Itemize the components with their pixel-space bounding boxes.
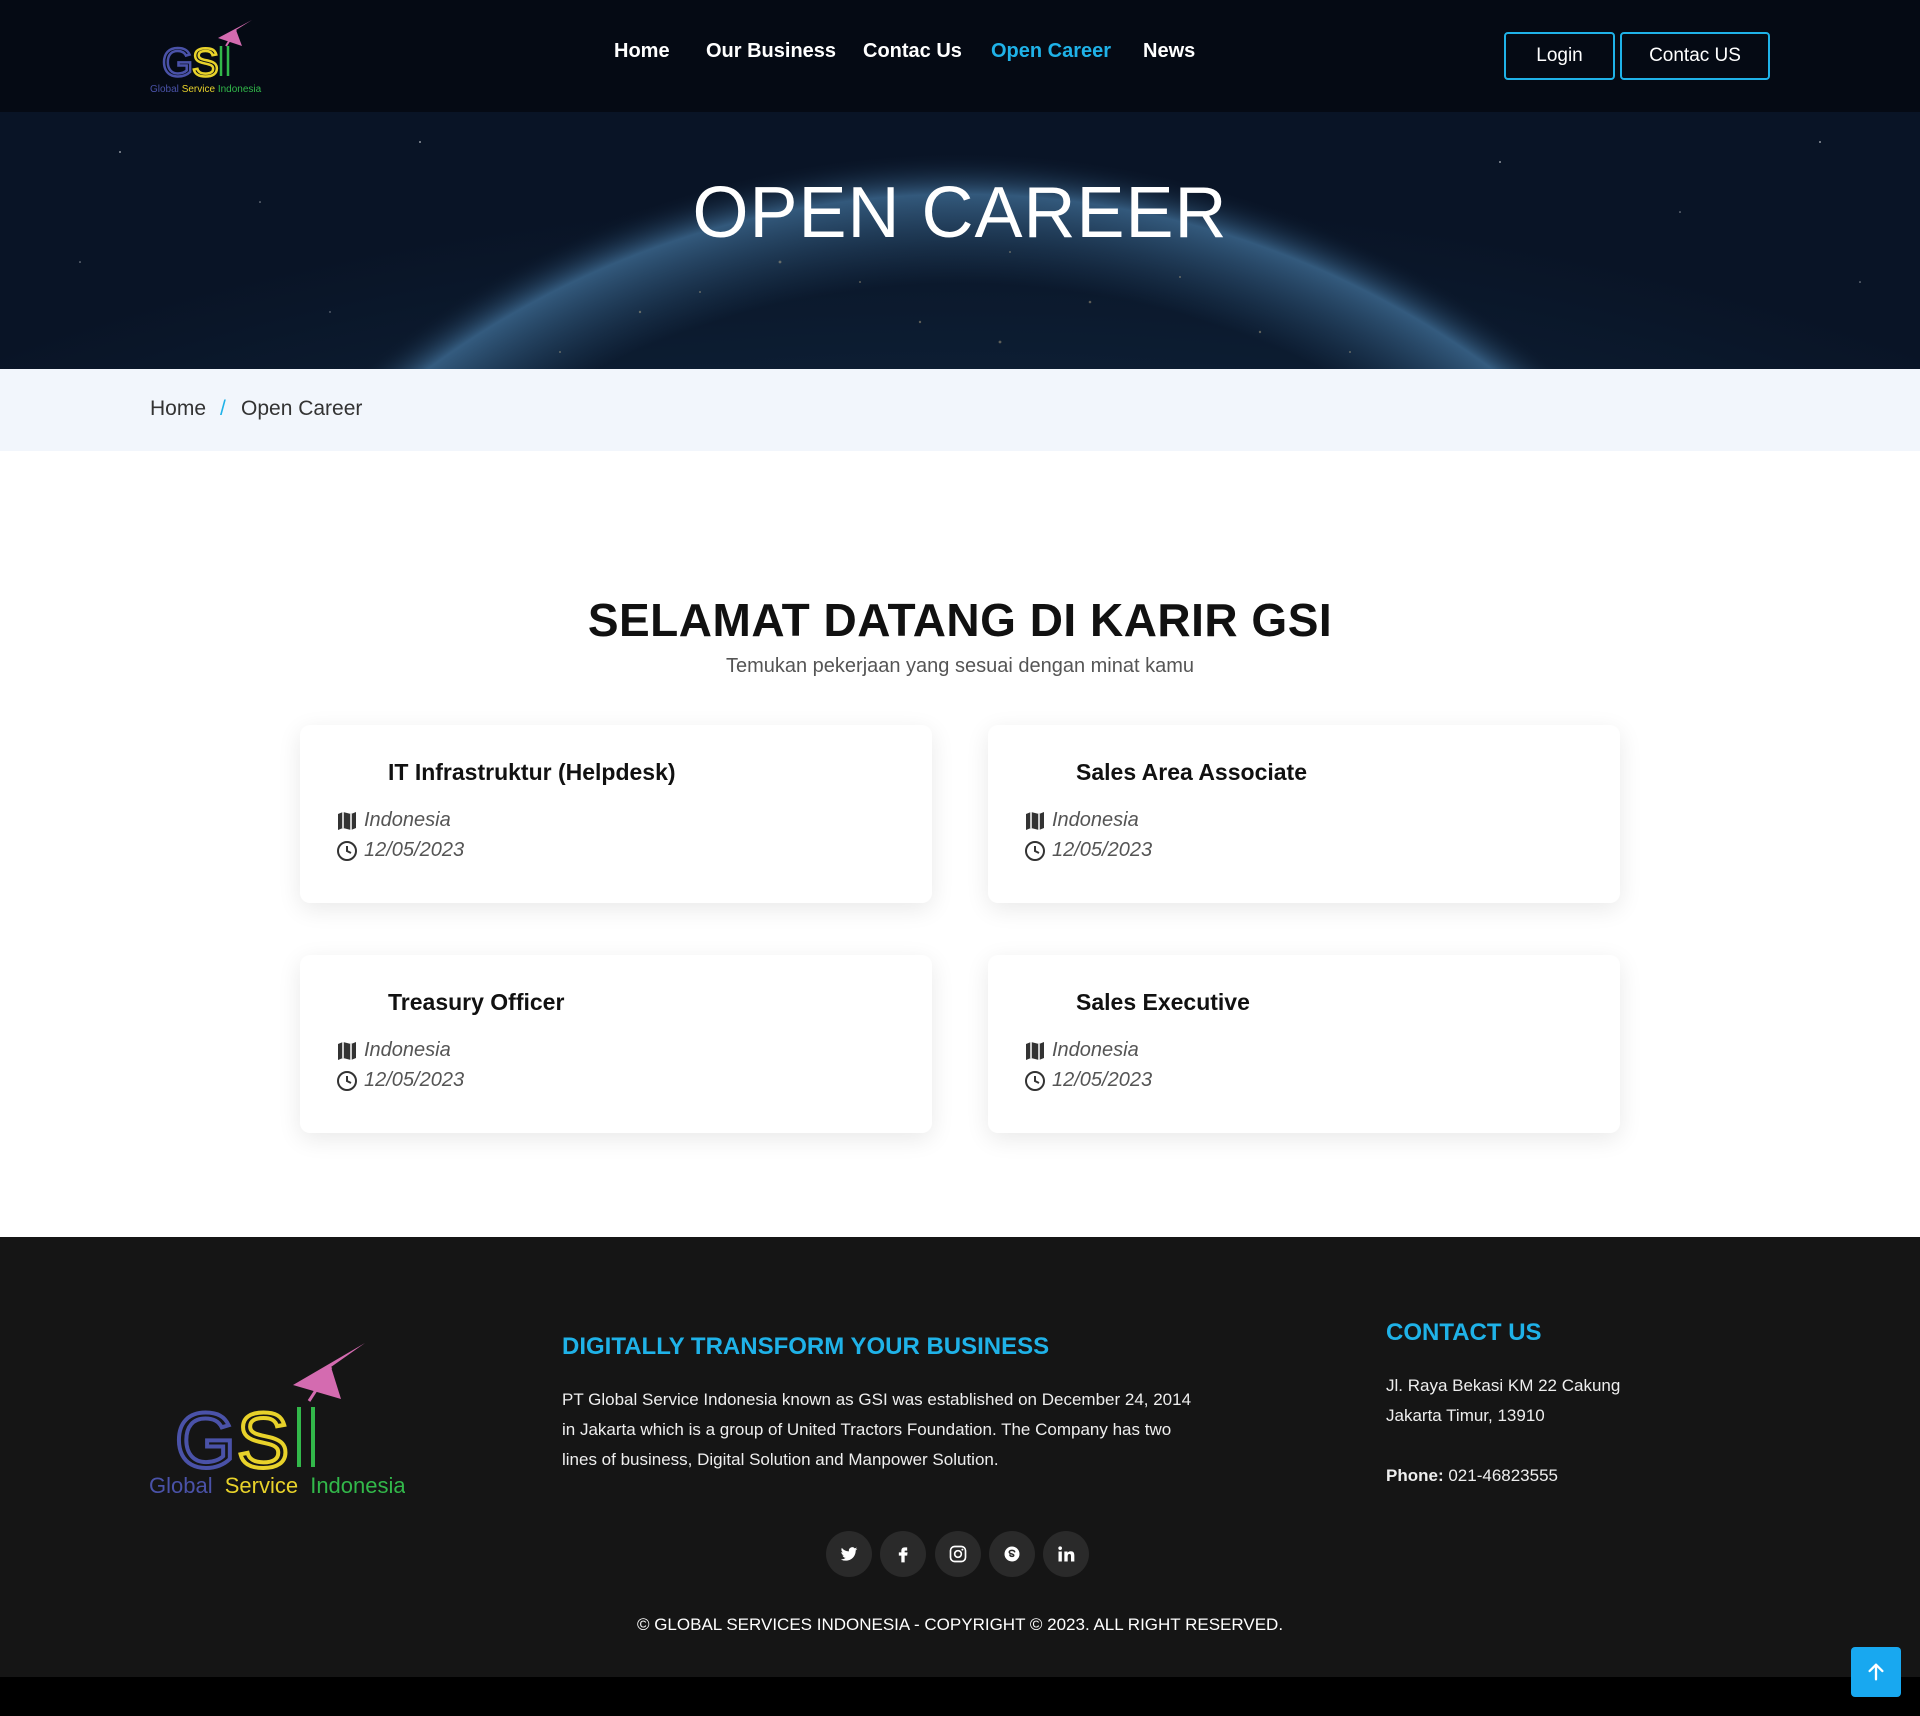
footer-about-text: PT Global Service Indonesia known as GSI… (562, 1385, 1242, 1475)
footer-address-line: Jl. Raya Bekasi KM 22 Cakung (1386, 1376, 1621, 1395)
breadcrumb-separator: / (220, 397, 226, 420)
clock-icon (1025, 840, 1045, 861)
clock-icon (337, 840, 357, 861)
contact-us-button[interactable]: Contac US (1620, 32, 1770, 80)
clock-icon (337, 1070, 357, 1091)
nav-home[interactable]: Home (614, 40, 670, 63)
job-location: Indonesia (336, 809, 451, 832)
footer-contact-heading: CONTACT US (1386, 1319, 1542, 1346)
job-date-text: 12/05/2023 (364, 1069, 465, 1091)
job-location-text: Indonesia (1052, 809, 1139, 831)
footer-about-line: PT Global Service Indonesia known as GSI… (562, 1390, 1192, 1409)
job-date-text: 12/05/2023 (1052, 1069, 1153, 1091)
section-heading: SELAMAT DATANG DI KARIR GSI (587, 594, 1333, 646)
footer-about-heading: DIGITALLY TRANSFORM YOUR BUSINESS (562, 1333, 1050, 1360)
clock-icon (1025, 1070, 1045, 1091)
job-title[interactable]: Sales Executive (1076, 989, 1250, 1016)
linkedin-icon[interactable] (1043, 1531, 1089, 1577)
career-section: SELAMAT DATANG DI KARIR GSI Temukan peke… (0, 451, 1920, 1237)
login-button[interactable]: Login (1504, 32, 1615, 80)
job-location-text: Indonesia (364, 1039, 451, 1061)
job-date: 12/05/2023 (336, 1069, 464, 1092)
job-location: Indonesia (336, 1039, 451, 1062)
footer-logo-word-service: Service (225, 1473, 298, 1497)
footer-phone: Phone: 021-46823555 (1386, 1461, 1558, 1491)
nav-our-business[interactable]: Our Business (706, 40, 836, 63)
footer-address: Jl. Raya Bekasi KM 22 Cakung Jakarta Tim… (1386, 1371, 1620, 1431)
map-icon (338, 811, 356, 830)
footer-phone-number[interactable]: 021-46823555 (1448, 1466, 1558, 1485)
job-date: 12/05/2023 (336, 839, 464, 862)
twitter-icon[interactable] (826, 1531, 872, 1577)
nav-news[interactable]: News (1143, 40, 1195, 63)
job-location: Indonesia (1024, 1039, 1139, 1062)
job-location-text: Indonesia (364, 809, 451, 831)
nav-contac-us[interactable]: Contac Us (863, 40, 962, 63)
arrow-up-icon (1868, 1663, 1884, 1681)
breadcrumb-home-link[interactable]: Home (150, 397, 206, 421)
site-header: G S Global Service Indonesia Home Our Bu… (0, 0, 1920, 112)
footer-gsi-logo: G S Global Service Indonesia (149, 1343, 405, 1497)
page-title: OPEN CAREER (692, 173, 1228, 253)
job-card[interactable]: Sales Executive Indonesia 12/05/2023 (988, 955, 1620, 1133)
footer-about-line: lines of business, Digital Solution and … (562, 1450, 999, 1469)
map-icon (1026, 1041, 1044, 1060)
svg-text:S: S (237, 1396, 289, 1484)
footer-about-line: in Jakarta which is a group of United Tr… (562, 1420, 1172, 1439)
instagram-icon[interactable] (935, 1531, 981, 1577)
job-location-text: Indonesia (1052, 1039, 1139, 1061)
job-title[interactable]: Treasury Officer (388, 989, 564, 1016)
footer-phone-label: Phone: (1386, 1466, 1444, 1485)
footer-logo-word-indonesia: Indonesia (310, 1473, 405, 1497)
job-date: 12/05/2023 (1024, 839, 1152, 862)
job-date-text: 12/05/2023 (1052, 839, 1153, 861)
footer-logo-word-global: Global (149, 1473, 213, 1497)
facebook-icon[interactable] (880, 1531, 926, 1577)
svg-text:G: G (175, 1396, 236, 1484)
job-title[interactable]: Sales Area Associate (1076, 759, 1307, 786)
job-card[interactable]: Treasury Officer Indonesia 12/05/2023 (300, 955, 932, 1133)
job-date-text: 12/05/2023 (364, 839, 465, 861)
hero-banner: OPEN CAREER (0, 112, 1920, 369)
svg-text:Global Service Ind: Global Service Indonesia (149, 1473, 405, 1497)
site-footer: G S Global Service Indonesia DIGITALLY T… (0, 1237, 1920, 1677)
skype-icon[interactable] (989, 1531, 1035, 1577)
copyright-text: © GLOBAL SERVICES INDONESIA - COPYRIGHT … (636, 1615, 1284, 1634)
back-to-top-button[interactable] (1851, 1647, 1901, 1697)
nav-open-career[interactable]: Open Career (991, 40, 1111, 63)
map-icon (1026, 811, 1044, 830)
job-card[interactable]: Sales Area Associate Indonesia 12/05/202… (988, 725, 1620, 903)
job-card[interactable]: IT Infrastruktur (Helpdesk) Indonesia 12… (300, 725, 932, 903)
breadcrumb: Home / Open Career (0, 369, 1920, 451)
job-date: 12/05/2023 (1024, 1069, 1152, 1092)
job-title[interactable]: IT Infrastruktur (Helpdesk) (388, 759, 676, 786)
job-location: Indonesia (1024, 809, 1139, 832)
section-subheading: Temukan pekerjaan yang sesuai dengan min… (725, 655, 1195, 677)
bottom-bar (0, 1677, 1920, 1716)
footer-address-line: Jakarta Timur, 13910 (1386, 1406, 1545, 1425)
breadcrumb-current: Open Career (241, 397, 363, 420)
map-icon (338, 1041, 356, 1060)
